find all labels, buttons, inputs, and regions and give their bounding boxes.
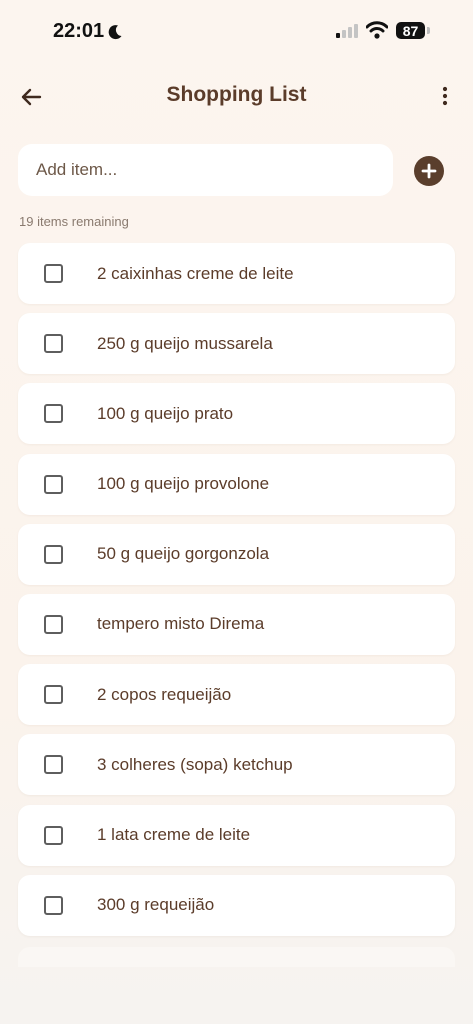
cellular-signal-icon (336, 24, 358, 38)
more-options-icon[interactable] (433, 84, 457, 108)
item-checkbox[interactable] (44, 685, 63, 705)
items-remaining-count: 19 items remaining (19, 214, 129, 229)
next-list-item-edge (18, 947, 455, 967)
app-bar: Shopping List (0, 70, 473, 122)
item-label: 2 caixinhas creme de leite (97, 263, 294, 283)
item-checkbox[interactable] (44, 544, 63, 564)
status-time: 22:01 (53, 20, 123, 43)
list-item: 100 g queijo prato (18, 383, 455, 445)
plus-icon (421, 163, 437, 179)
list-item: 300 g requeijão (18, 874, 455, 936)
list-item: 2 caixinhas creme de leite (18, 243, 455, 304)
item-checkbox[interactable] (44, 474, 63, 494)
battery-icon: 87 (396, 22, 425, 39)
item-label: 100 g queijo prato (97, 403, 234, 423)
item-checkbox[interactable] (44, 334, 63, 354)
item-checkbox[interactable] (44, 895, 63, 915)
list-item: 1 lata creme de leite (18, 804, 455, 866)
list-item: tempero misto Direma (18, 593, 455, 655)
add-item-input[interactable] (18, 144, 393, 196)
item-label: tempero misto Direma (97, 614, 265, 634)
item-label: 100 g queijo provolone (97, 474, 270, 494)
shopping-list: 2 caixinhas creme de leite 250 g queijo … (18, 243, 455, 945)
add-item-button[interactable] (414, 156, 444, 186)
item-label: 300 g requeijão (97, 895, 215, 915)
item-checkbox[interactable] (44, 755, 63, 775)
status-bar: 22:01 87 (0, 0, 473, 64)
item-checkbox[interactable] (44, 614, 63, 634)
list-item: 50 g queijo gorgonzola (18, 523, 455, 585)
battery-nub (427, 27, 430, 34)
item-label: 2 copos requeijão (97, 684, 232, 704)
wifi-icon (366, 21, 388, 39)
page-title: Shopping List (166, 83, 307, 106)
list-item: 2 copos requeijão (18, 664, 455, 726)
item-checkbox[interactable] (44, 825, 63, 845)
moon-icon (108, 24, 122, 39)
list-item: 100 g queijo provolone (18, 453, 455, 515)
list-item: 250 g queijo mussarela (18, 313, 455, 375)
item-checkbox[interactable] (44, 404, 63, 424)
item-checkbox[interactable] (44, 264, 63, 283)
item-label: 50 g queijo gorgonzola (97, 544, 270, 564)
status-time-text: 22:01 (53, 20, 105, 42)
battery-level: 87 (402, 22, 419, 39)
item-label: 3 colheres (sopa) ketchup (97, 754, 293, 774)
list-item: 3 colheres (sopa) ketchup (18, 734, 455, 796)
item-label: 1 lata creme de leite (97, 825, 251, 844)
item-label: 250 g queijo mussarela (97, 333, 273, 353)
